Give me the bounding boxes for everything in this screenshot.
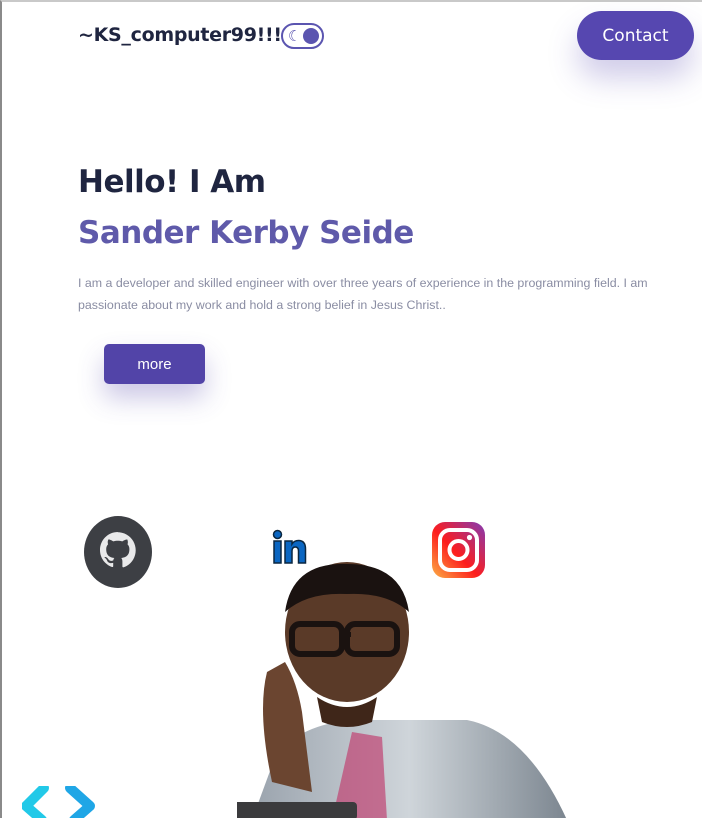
moon-icon: ☾ xyxy=(288,28,302,45)
profile-photo xyxy=(97,562,577,818)
toggle-knob xyxy=(303,28,319,44)
brand-logo-text[interactable]: ~KS_computer99!!! xyxy=(78,24,282,46)
contact-button[interactable]: Contact xyxy=(577,11,694,60)
code-brackets-icon xyxy=(21,783,98,818)
linkedin-icon[interactable] xyxy=(271,528,309,566)
hero-name: Sander Kerby Seide xyxy=(78,215,414,251)
github-icon[interactable] xyxy=(84,516,152,588)
more-button[interactable]: more xyxy=(104,344,205,384)
hero-bio: I am a developer and skilled engineer wi… xyxy=(78,276,648,312)
hero-greeting: Hello! I Am xyxy=(78,164,266,200)
theme-toggle[interactable]: ☾ xyxy=(281,23,324,49)
